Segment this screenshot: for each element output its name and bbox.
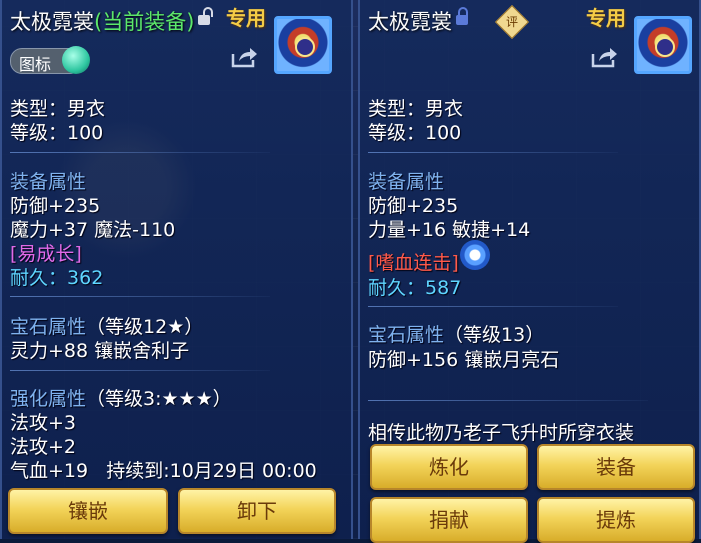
skill-refresh-icon	[460, 240, 490, 270]
equipped-item-panel: 太极霓裳(当前装备) 专用 图标 类型：男衣 等级：100 装备属性 防御+23…	[0, 0, 353, 539]
durability-value: 587	[425, 277, 462, 299]
divider	[368, 152, 618, 153]
gem-level: （等级13）	[444, 324, 545, 346]
enhance-stat-1: 法攻+3	[10, 412, 77, 434]
divider	[10, 152, 270, 153]
equipped-status: (当前装备)	[94, 10, 195, 34]
unlock-icon[interactable]	[198, 7, 214, 25]
exclusive-tag: 专用	[586, 6, 626, 30]
equip-attr-heading: 装备属性	[10, 171, 87, 193]
divider	[368, 400, 648, 401]
item-title: 太极霓裳(当前装备)	[10, 6, 214, 36]
item-name: 太极霓裳	[368, 10, 452, 34]
durability-label: 耐久：	[368, 277, 426, 299]
exclusive-tag: 专用	[226, 6, 266, 30]
compare-item-panel: 太极霓裳 专用 类型：男衣 等级：100 装备属性 防御+235 力量+16 敏…	[358, 0, 701, 543]
gem-level: （等级12★）	[86, 316, 204, 338]
inlay-button[interactable]: 镶嵌	[8, 488, 168, 534]
robe-item-icon	[274, 16, 332, 74]
toggle-label: 图标	[19, 55, 52, 74]
level-line: 等级：100	[368, 122, 462, 144]
item-name: 太极霓裳	[10, 10, 94, 34]
strength-agility-stat: 力量+16 敏捷+14	[368, 219, 531, 241]
robe-item-icon	[634, 16, 692, 74]
divider	[368, 306, 618, 307]
toggle-knob	[62, 46, 90, 74]
level-line: 等级：100	[10, 122, 104, 144]
gem-attr-heading: 宝石属性	[368, 324, 445, 346]
equip-attr-heading: 装备属性	[368, 171, 445, 193]
enhance-attr-line: 强化属性（等级3:★★★）	[10, 384, 232, 411]
lock-icon[interactable]	[456, 7, 468, 25]
type-line: 类型：男衣	[368, 98, 464, 120]
unequip-button[interactable]: 卸下	[178, 488, 336, 534]
divider	[10, 370, 270, 371]
gem-stat: 防御+156 镶嵌月亮石	[368, 349, 560, 371]
type-line: 类型：男衣	[10, 98, 106, 120]
equip-button[interactable]: 装备	[537, 444, 695, 490]
durability-value: 362	[67, 267, 104, 289]
divider	[10, 296, 270, 297]
share-icon[interactable]	[590, 46, 618, 68]
gem-attr-line: 宝石属性（等级12★）	[10, 312, 203, 339]
share-icon[interactable]	[230, 46, 258, 68]
durability-label: 耐久：	[10, 267, 68, 289]
refine-button[interactable]: 炼化	[370, 444, 528, 490]
durability-line: 耐久：587	[368, 273, 461, 300]
magic-stat: 魔力+37 魔法-110	[10, 219, 176, 241]
defense-stat: 防御+235	[368, 195, 459, 217]
donate-button[interactable]: 捐献	[370, 497, 528, 543]
item-title: 太极霓裳	[368, 6, 468, 36]
enhance-level: （等级3:★★★）	[86, 388, 232, 410]
item-description: 相传此物乃老子飞升时所穿衣装	[368, 422, 635, 444]
special-trait: [易成长]	[10, 243, 82, 265]
gem-attr-line: 宝石属性（等级13）	[368, 320, 544, 347]
durability-line: 耐久：362	[10, 263, 103, 290]
gem-attr-heading: 宝石属性	[10, 316, 87, 338]
enhance-stat-2: 法攻+2	[10, 436, 77, 458]
enhance-stat-3: 气血+19 持续到:10月29日 00:00	[10, 460, 317, 482]
icon-toggle[interactable]: 图标	[10, 46, 90, 74]
special-skill: [嗜血连击]	[368, 252, 459, 274]
enhance-attr-heading: 强化属性	[10, 388, 87, 410]
defense-stat: 防御+235	[10, 195, 101, 217]
gem-stat: 灵力+88 镶嵌舍利子	[10, 340, 190, 362]
extract-button[interactable]: 提炼	[537, 497, 695, 543]
